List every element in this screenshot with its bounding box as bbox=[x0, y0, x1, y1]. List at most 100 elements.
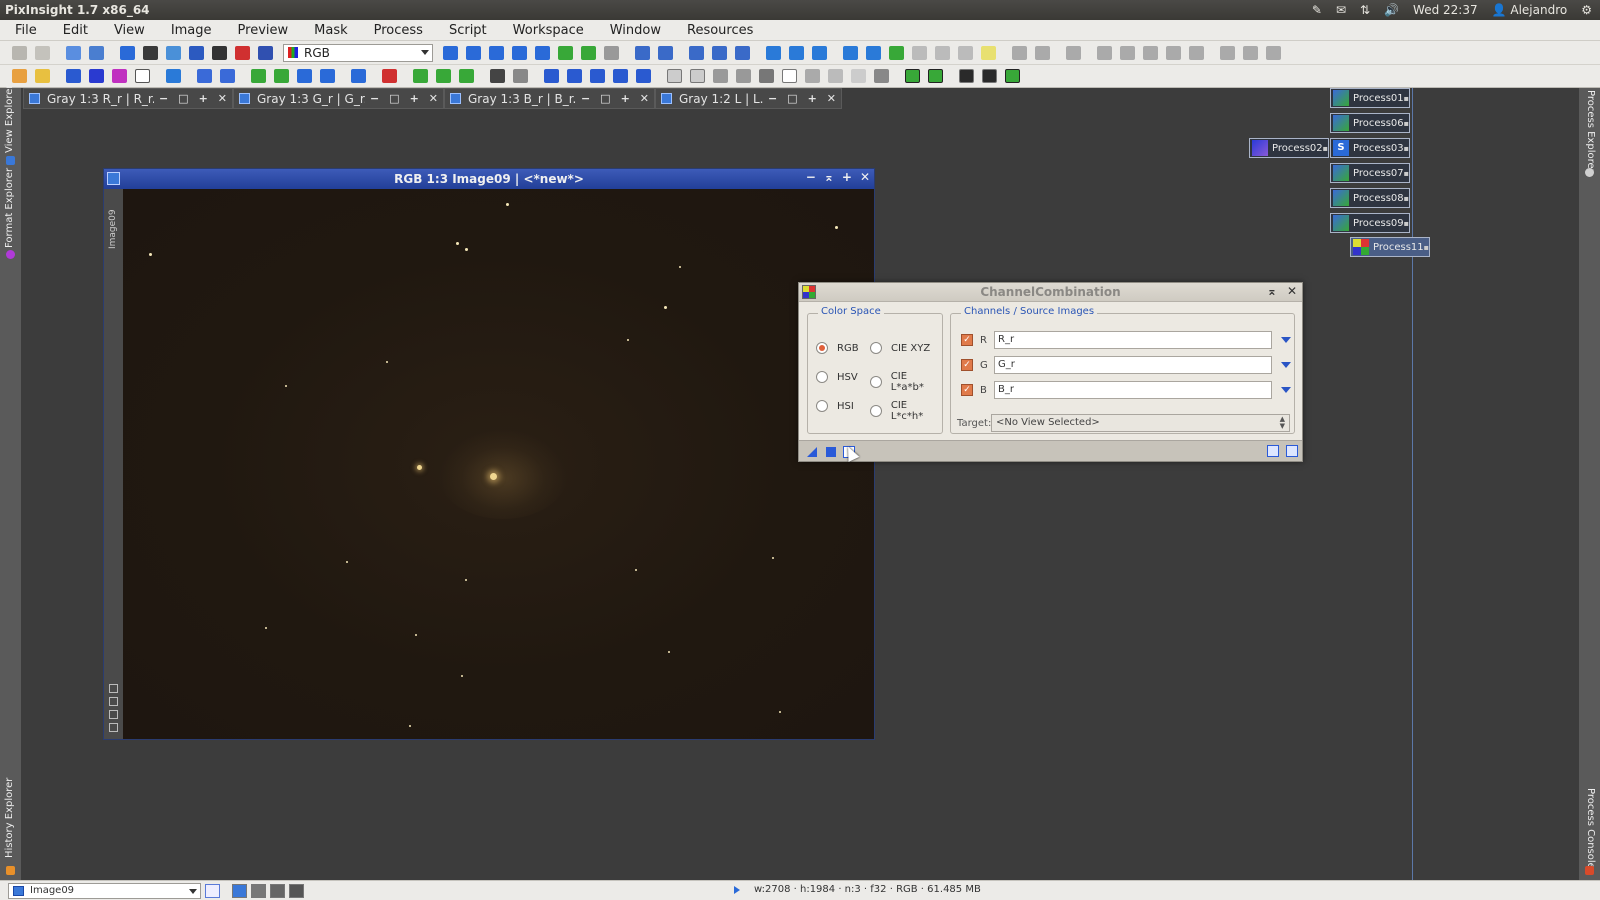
convert-icon[interactable] bbox=[166, 45, 181, 60]
stf-icon[interactable] bbox=[66, 69, 81, 83]
flip-v-icon[interactable] bbox=[636, 69, 651, 83]
channel-r-checkbox[interactable]: ✓ bbox=[961, 334, 973, 346]
clock[interactable]: Wed 22:37 bbox=[1413, 3, 1478, 17]
duplicate-icon[interactable] bbox=[89, 45, 104, 60]
flip-h-icon[interactable] bbox=[613, 69, 628, 83]
process-icon-09[interactable]: Process09 ▪ bbox=[1330, 213, 1410, 233]
process-explorer-tab[interactable]: Process Explorer bbox=[1585, 90, 1596, 173]
window-restore-all-icon[interactable] bbox=[866, 45, 881, 60]
tab-minimize-icon[interactable]: − bbox=[581, 92, 590, 105]
dots-icon[interactable] bbox=[382, 69, 397, 83]
fill-3-icon[interactable] bbox=[759, 69, 774, 83]
channel-extract-icon[interactable] bbox=[220, 69, 235, 83]
user-menu[interactable]: 👤 Alejandro bbox=[1492, 3, 1568, 17]
radio-rgb[interactable]: RGB bbox=[816, 342, 859, 354]
align-icon[interactable] bbox=[1189, 45, 1204, 60]
zoom-1-1-icon[interactable] bbox=[689, 45, 704, 60]
apply-new-icon[interactable] bbox=[459, 69, 474, 83]
readout-mode-icon[interactable] bbox=[443, 45, 458, 60]
radio-cie-lab[interactable]: CIE L*a*b* bbox=[870, 371, 942, 393]
reset-icon[interactable] bbox=[1286, 445, 1298, 457]
tab-close-icon[interactable]: ✕ bbox=[640, 92, 649, 105]
maximize-icon[interactable]: + bbox=[842, 170, 852, 184]
stars-icon[interactable] bbox=[251, 69, 266, 83]
menu-file[interactable]: File bbox=[0, 20, 48, 41]
menu-script[interactable]: Script bbox=[434, 20, 498, 41]
window-cascade-icon[interactable] bbox=[766, 45, 781, 60]
snapshot-2-icon[interactable] bbox=[928, 69, 943, 83]
curves-icon[interactable] bbox=[112, 69, 127, 83]
process-icon-07[interactable]: Process07 ▪ bbox=[1330, 163, 1410, 183]
process-icon[interactable] bbox=[1220, 45, 1235, 60]
copy-icon[interactable] bbox=[166, 69, 181, 83]
window-arrange-icon[interactable] bbox=[812, 45, 827, 60]
menu-view[interactable]: View bbox=[99, 20, 156, 41]
image-canvas[interactable] bbox=[123, 189, 874, 739]
redo-icon[interactable] bbox=[35, 45, 50, 60]
fill-white-icon[interactable] bbox=[782, 69, 797, 83]
rgb-mode-icon[interactable] bbox=[120, 45, 135, 60]
fill-5-icon[interactable] bbox=[828, 69, 843, 83]
close-icon[interactable]: ✕ bbox=[1287, 284, 1297, 298]
rotate-right-icon[interactable] bbox=[567, 69, 582, 83]
rotate-left-icon[interactable] bbox=[544, 69, 559, 83]
new-image-icon[interactable] bbox=[66, 45, 81, 60]
browse-documentation-icon[interactable] bbox=[1267, 445, 1279, 457]
tab-maximize-icon[interactable]: + bbox=[808, 92, 817, 105]
center-icon[interactable] bbox=[535, 45, 550, 60]
mask-invert-icon[interactable] bbox=[513, 69, 528, 83]
format-explorer-tab[interactable]: Format Explorer bbox=[4, 168, 15, 248]
history-explorer-tab[interactable]: History Explorer bbox=[4, 778, 15, 858]
view-selector[interactable]: Image09 bbox=[8, 882, 201, 899]
process-icon-menu[interactable]: ▪ bbox=[1404, 219, 1409, 228]
lock-icon[interactable] bbox=[1066, 45, 1081, 60]
select-view-dropdown-icon[interactable] bbox=[1281, 337, 1291, 343]
process-icon-menu[interactable]: ▪ bbox=[1404, 144, 1409, 153]
fill-icon[interactable] bbox=[713, 69, 728, 83]
shade-icon[interactable]: ⌅ bbox=[824, 170, 834, 184]
menu-image[interactable]: Image bbox=[156, 20, 223, 41]
tab-restore-icon[interactable]: □ bbox=[389, 92, 399, 105]
process-console-tab[interactable]: Process Console bbox=[1585, 788, 1596, 869]
mask-show-icon[interactable] bbox=[490, 69, 505, 83]
menu-workspace[interactable]: Workspace bbox=[498, 20, 595, 41]
radio-hsv[interactable]: HSV bbox=[816, 371, 858, 383]
process-icon-06[interactable]: Process06 ▪ bbox=[1330, 113, 1410, 133]
sidebar-tool-icon[interactable] bbox=[109, 697, 118, 706]
tab-minimize-icon[interactable]: − bbox=[159, 92, 168, 105]
menu-preview[interactable]: Preview bbox=[223, 20, 300, 41]
layer-3-icon[interactable] bbox=[1005, 69, 1020, 83]
select-view-dropdown-icon[interactable] bbox=[1281, 362, 1291, 368]
tab-close-icon[interactable]: ✕ bbox=[429, 92, 438, 105]
process-icon-menu[interactable]: ▪ bbox=[1404, 94, 1409, 103]
shade-icon[interactable]: ⌅ bbox=[1267, 284, 1277, 298]
fill-6-icon[interactable] bbox=[851, 69, 866, 83]
target-select[interactable]: <No View Selected> ▲ ▼ bbox=[991, 414, 1290, 432]
channel-rgb-button[interactable] bbox=[232, 883, 247, 898]
view-tab-l[interactable]: Gray 1:2 L | L... − □ + ✕ bbox=[655, 88, 842, 109]
pointer-icon[interactable] bbox=[604, 45, 619, 60]
view-explorer-tab[interactable]: View Explorer bbox=[4, 84, 15, 153]
process-icon-08[interactable]: Process08 ▪ bbox=[1330, 188, 1410, 208]
note-icon[interactable] bbox=[981, 45, 996, 60]
channel-combination-dialog[interactable]: ChannelCombination ⌅ ✕ Color Space RGB C… bbox=[798, 282, 1303, 462]
grayscale-mode-icon[interactable] bbox=[143, 45, 158, 60]
window-close-icon[interactable] bbox=[912, 45, 927, 60]
volume-icon[interactable]: 🔊 bbox=[1384, 3, 1399, 17]
channel-r-button[interactable] bbox=[251, 883, 266, 898]
menu-process[interactable]: Process bbox=[359, 20, 434, 41]
process-icon-menu[interactable]: ▪ bbox=[1404, 194, 1409, 203]
close-icon[interactable]: ✕ bbox=[860, 170, 870, 184]
menu-edit[interactable]: Edit bbox=[48, 20, 99, 41]
tab-maximize-icon[interactable]: + bbox=[621, 92, 630, 105]
minimize-icon[interactable]: − bbox=[806, 170, 816, 184]
tab-maximize-icon[interactable]: + bbox=[410, 92, 419, 105]
explorer-icon[interactable] bbox=[1012, 45, 1027, 60]
preview-new-icon[interactable] bbox=[558, 45, 573, 60]
colorspace-select[interactable]: RGB bbox=[283, 43, 433, 62]
tab-close-icon[interactable]: ✕ bbox=[218, 92, 227, 105]
sidebar-tool-icon[interactable] bbox=[109, 684, 118, 693]
menu-resources[interactable]: Resources bbox=[672, 20, 764, 41]
channel-g-checkbox[interactable]: ✓ bbox=[961, 359, 973, 371]
menu-mask[interactable]: Mask bbox=[299, 20, 358, 41]
